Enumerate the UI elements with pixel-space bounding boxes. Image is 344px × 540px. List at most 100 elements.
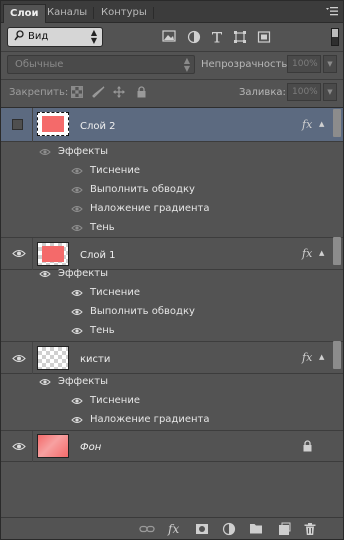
lock-transparent-icon[interactable]: [71, 86, 83, 98]
effect-row[interactable]: Тиснение: [33, 284, 323, 303]
smart-object-filter-icon[interactable]: [257, 30, 271, 44]
link-layers-icon[interactable]: [139, 522, 155, 536]
effect-name: Выполнить обводку: [90, 306, 195, 317]
tab-paths[interactable]: Контуры: [95, 4, 153, 23]
eye-icon[interactable]: [39, 270, 51, 278]
fx-icon[interactable]: fx: [302, 118, 312, 131]
visibility-toggle-off[interactable]: [12, 119, 23, 130]
eye-icon[interactable]: [12, 442, 26, 451]
effect-name: Тень: [90, 222, 115, 233]
layer-thumbnail[interactable]: [37, 112, 69, 136]
effect-name: Тиснение: [90, 395, 140, 406]
effect-name: Тень: [90, 325, 115, 336]
lock-label: Закрепить:: [9, 87, 69, 98]
new-layer-icon[interactable]: [277, 522, 291, 536]
eye-icon[interactable]: [71, 416, 83, 424]
collapse-arrow-icon[interactable]: ▲: [319, 353, 327, 361]
effects-label: Эффекты: [58, 268, 108, 279]
scroll-thumb[interactable]: [333, 109, 341, 137]
eye-icon[interactable]: [71, 327, 83, 335]
eye-icon[interactable]: [39, 148, 51, 156]
eye-icon[interactable]: [71, 289, 83, 297]
collapse-arrow-icon[interactable]: ▲: [319, 249, 327, 257]
type-filter-icon[interactable]: [210, 30, 224, 44]
layer-name[interactable]: Фон: [80, 442, 101, 453]
layer-thumbnail[interactable]: [37, 434, 69, 458]
effect-name: Наложение градиента: [90, 414, 210, 425]
layer-thumbnail[interactable]: [37, 242, 69, 266]
eye-icon[interactable]: [12, 354, 26, 363]
shape-filter-icon[interactable]: [233, 30, 247, 44]
layer-row[interactable]: Фон: [1, 431, 343, 462]
eye-icon[interactable]: [71, 224, 83, 232]
new-group-icon[interactable]: [249, 522, 263, 536]
opacity-dropdown[interactable]: ▼: [323, 55, 337, 73]
lock-all-icon[interactable]: [136, 86, 148, 98]
add-mask-icon[interactable]: [195, 522, 209, 536]
scroll-thumb[interactable]: [333, 237, 341, 265]
effect-row[interactable]: Тень: [33, 219, 323, 238]
effects-label: Эффекты: [58, 376, 108, 387]
blend-mode-select[interactable]: Обычные ▲ ▼: [7, 55, 195, 74]
fill-label: Заливка:: [239, 87, 286, 98]
opacity-label: Непрозрачность:: [201, 59, 291, 70]
layers-panel: Слои Каналы Контуры Вид ▲ ▼ Обычные ▲ ▼ …: [0, 0, 344, 540]
eye-icon[interactable]: [71, 308, 83, 316]
filter-row: Вид ▲ ▼: [1, 23, 343, 50]
lock-image-icon[interactable]: [92, 86, 105, 98]
effect-row[interactable]: Наложение градиента: [33, 411, 323, 430]
lock-icon: [302, 440, 313, 455]
eye-icon[interactable]: [71, 186, 83, 194]
layer-name[interactable]: кисти: [80, 354, 110, 365]
opacity-field[interactable]: 100%: [287, 55, 321, 73]
collapse-arrow-icon[interactable]: ▲: [319, 120, 327, 128]
effect-row[interactable]: Тиснение: [33, 162, 323, 181]
scroll-thumb[interactable]: [333, 341, 341, 369]
fill-field[interactable]: 100%: [287, 83, 321, 101]
layer-name[interactable]: Слой 1: [80, 250, 116, 261]
panel-footer: fx: [1, 517, 343, 539]
effects-group-row[interactable]: Эффекты: [33, 143, 323, 162]
panel-menu-icon[interactable]: [325, 6, 339, 18]
layers-list: Слой 2 fx ▲ Эффекты Тиснение Выполнить о…: [1, 107, 343, 517]
fx-icon[interactable]: fx: [302, 247, 312, 260]
filter-toggle-knob: [332, 29, 338, 37]
eye-icon[interactable]: [39, 378, 51, 386]
add-layer-style-icon[interactable]: fx: [168, 522, 182, 536]
adjustment-layer-icon[interactable]: [222, 522, 236, 536]
effect-row[interactable]: Выполнить обводку: [33, 181, 323, 200]
effect-row[interactable]: Наложение градиента: [33, 200, 323, 219]
divider: [1, 51, 343, 52]
tab-layers[interactable]: Слои: [3, 4, 46, 23]
eye-icon[interactable]: [71, 205, 83, 213]
effect-row[interactable]: Выполнить обводку: [33, 303, 323, 322]
eye-icon[interactable]: [71, 397, 83, 405]
layer-name[interactable]: Слой 2: [80, 121, 116, 132]
effect-row[interactable]: Тиснение: [33, 392, 323, 411]
divider: [32, 108, 33, 142]
image-filter-icon[interactable]: [162, 30, 176, 44]
layer-row[interactable]: кисти fx ▲: [1, 342, 343, 374]
adjustment-filter-icon[interactable]: [187, 30, 201, 44]
tab-channels[interactable]: Каналы: [41, 4, 93, 23]
fill-dropdown[interactable]: ▼: [323, 83, 337, 101]
delete-layer-icon[interactable]: [303, 522, 317, 536]
effect-name: Тиснение: [90, 165, 140, 176]
tab-separator: [153, 7, 154, 19]
eye-icon[interactable]: [71, 167, 83, 175]
lock-position-icon[interactable]: [113, 86, 125, 98]
effect-name: Наложение градиента: [90, 203, 210, 214]
layer-row[interactable]: Слой 2 fx ▲: [1, 108, 343, 142]
tab-separator: [93, 7, 94, 19]
layer-thumbnail[interactable]: [37, 346, 69, 370]
filter-toggle[interactable]: [331, 28, 339, 46]
filter-kind-value: Вид: [28, 31, 49, 42]
fx-icon[interactable]: fx: [302, 351, 312, 364]
divider: [1, 79, 343, 80]
effects-group-row[interactable]: Эффекты: [33, 265, 323, 284]
filter-kind-select[interactable]: Вид ▲ ▼: [7, 27, 103, 47]
effect-row[interactable]: Тень: [33, 322, 323, 341]
updown-icon: ▲ ▼: [183, 56, 190, 73]
eye-icon[interactable]: [12, 249, 26, 258]
effects-group-row[interactable]: Эффекты: [33, 373, 323, 392]
